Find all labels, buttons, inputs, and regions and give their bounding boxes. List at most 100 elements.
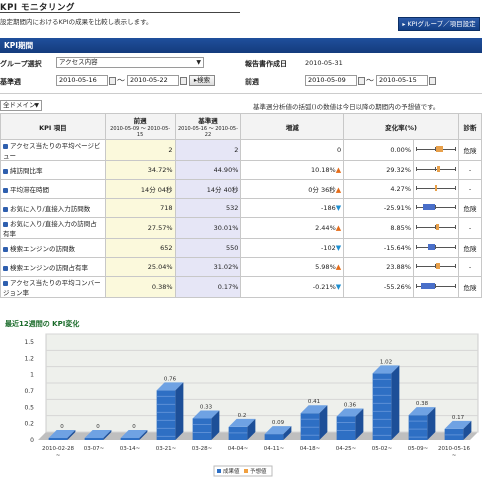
period-band: KPI期間 (0, 38, 482, 53)
group-select-value: アクセス内容 (59, 58, 98, 66)
bar-side (391, 365, 400, 440)
x-tick-label: 04-25~ (336, 446, 357, 452)
arrow-up-icon: ▲ (335, 224, 342, 232)
kpi-name-cell[interactable]: お気に入り/直接入力訪問数 (0, 198, 106, 218)
rate-value: 4.27% (343, 179, 414, 199)
y-tick-label: 1.2 (24, 355, 34, 362)
bar (336, 416, 356, 440)
data-label: 1.02 (380, 359, 392, 365)
gauge (414, 260, 458, 274)
col-kpi: KPI 項目 (0, 113, 106, 140)
forecast-note: 基準週分析値の括弧()の数値は今日以降の期間内の予想値です。 (253, 103, 440, 111)
kpi-name-cell[interactable]: アクセス当たりの平均ページビュー (0, 139, 106, 161)
prev-value: 718 (104, 198, 176, 218)
rate-gauge (413, 257, 459, 277)
x-tick-label: 04-04~ (228, 446, 249, 452)
group-select[interactable]: アクセス内容 ▼ (56, 57, 204, 68)
base-value: 44.90% (174, 160, 242, 180)
data-label: 0 (132, 424, 136, 430)
report-date-label: 報告書作成日 (245, 60, 287, 68)
bar (228, 426, 248, 440)
kpi-info-icon[interactable] (3, 280, 8, 286)
kpi-info-icon[interactable] (3, 168, 8, 174)
prev-value: 2 (104, 139, 176, 161)
kpi-name: 純訪問比率 (10, 167, 43, 175)
calendar-icon[interactable] (429, 77, 436, 85)
kpi-name-cell[interactable]: 純訪問比率 (0, 160, 106, 180)
kpi-name-cell[interactable]: 平均滞在時間 (0, 179, 106, 199)
base-start-input[interactable]: 2010-05-16 (56, 75, 108, 86)
x-tick-label: 05-02~ (372, 446, 393, 452)
x-tick-label: ~ (452, 453, 457, 459)
change-value: 2.44% (315, 224, 336, 232)
rate-gauge (413, 198, 459, 218)
prev-end-input[interactable]: 2010-05-15 (376, 75, 428, 86)
kpi-info-icon[interactable] (3, 265, 8, 271)
y-tick-label: 0 (30, 437, 34, 444)
table-row: お気に入り/直接入力訪問数 718 532 -186▼ -25.91% 危険 (0, 198, 482, 218)
base-value: 0.17% (174, 276, 242, 298)
col-prev-title: 前週 (133, 117, 147, 125)
kpi-name-cell[interactable]: お気に入り/直接入力の訪問占有率 (0, 217, 106, 239)
table-row: アクセス当たりの平均コンバージョン率 0.38% 0.17% -0.21%▼ -55.2… (0, 276, 482, 298)
legend-label: 成果値 (223, 467, 240, 475)
table-row: 純訪問比率 34.72% 44.90% 10.18%▲ 29.32% - (0, 160, 482, 180)
base-value: 2 (174, 139, 242, 161)
domain-select-value: 全ドメイン (3, 101, 36, 109)
kpi-name-cell[interactable]: アクセス当たりの平均コンバージョン率 (0, 276, 106, 298)
kpi-info-icon[interactable] (3, 206, 8, 212)
rate-gauge (413, 217, 459, 239)
domain-select[interactable]: 全ドメイン ▼ (0, 100, 42, 111)
chevron-down-icon: ▼ (34, 102, 39, 109)
col-base-range: 2010-05-16 ～ 2010-05-22 (177, 126, 238, 138)
col-prev: 前週 2010-05-09 ～ 2010-05-15 (104, 113, 176, 140)
prev-value: 27.57% (104, 217, 176, 239)
change-cell: 0分 36秒▲ (240, 179, 345, 199)
kpi-info-icon[interactable] (3, 187, 8, 193)
kpi-table: KPI 項目 前週 2010-05-09 ～ 2010-05-15 基準週 2010… (0, 113, 482, 298)
calendar-icon[interactable] (109, 77, 116, 85)
arrow-icon: ▸ (402, 21, 406, 28)
arrow-down-icon: ▼ (335, 244, 342, 252)
y-tick-label: 1.5 (24, 339, 34, 346)
base-value: 532 (174, 198, 242, 218)
kpi-name-cell[interactable]: 検索エンジンの訪問数 (0, 238, 106, 258)
kpi-info-icon[interactable] (3, 143, 8, 149)
data-label: 0.76 (164, 376, 177, 382)
calendar-icon[interactable] (180, 77, 187, 85)
search-button-label: 検索 (197, 76, 211, 84)
table-row: 平均滞在時間 14分 04秒 14分 40秒 0分 36秒▲ 4.27% - (0, 179, 482, 199)
kpi-info-icon[interactable] (3, 221, 8, 227)
change-value: 0分 36秒 (308, 186, 336, 194)
gauge (414, 163, 458, 177)
change-value: -0.21% (312, 283, 336, 291)
calendar-icon[interactable] (358, 77, 365, 85)
gauge-bar (435, 263, 441, 269)
base-value: 31.02% (174, 257, 242, 277)
kpi-name: お気に入り/直接入力訪問数 (10, 205, 91, 213)
kpi-name-cell[interactable]: 検索エンジンの訪問占有率 (0, 257, 106, 277)
col-rate: 変化率(%) (343, 113, 459, 140)
change-cell: -186▼ (240, 198, 345, 218)
chevron-down-icon: ▼ (196, 59, 201, 66)
search-button[interactable]: ▸検索 (189, 75, 215, 86)
gauge (414, 182, 458, 196)
data-label: 0.36 (344, 402, 357, 408)
change-cell: 10.18%▲ (240, 160, 345, 180)
kpi-name: 平均滞在時間 (10, 186, 49, 194)
page-description: 設定期間内におけるKPIの成果を比較し表示します。 (0, 18, 153, 26)
change-cell: -0.21%▼ (240, 276, 345, 298)
diag-value: 危険 (458, 139, 482, 161)
arrow-up-icon: ▲ (335, 166, 342, 174)
gauge (414, 280, 458, 294)
x-tick-label: 2010-02-28 (42, 446, 74, 452)
arrow-down-icon: ▼ (335, 283, 342, 291)
bar (300, 413, 320, 440)
x-tick-label: 03-07~ (84, 446, 105, 452)
base-end-input[interactable]: 2010-05-22 (127, 75, 179, 86)
prev-start-input[interactable]: 2010-05-09 (305, 75, 357, 86)
rate-value: -15.64% (343, 238, 414, 258)
kpi-info-icon[interactable] (3, 246, 8, 252)
rate-gauge (413, 179, 459, 199)
kpi-settings-button[interactable]: ▸ KPIグループ／項目設定 (398, 17, 480, 31)
